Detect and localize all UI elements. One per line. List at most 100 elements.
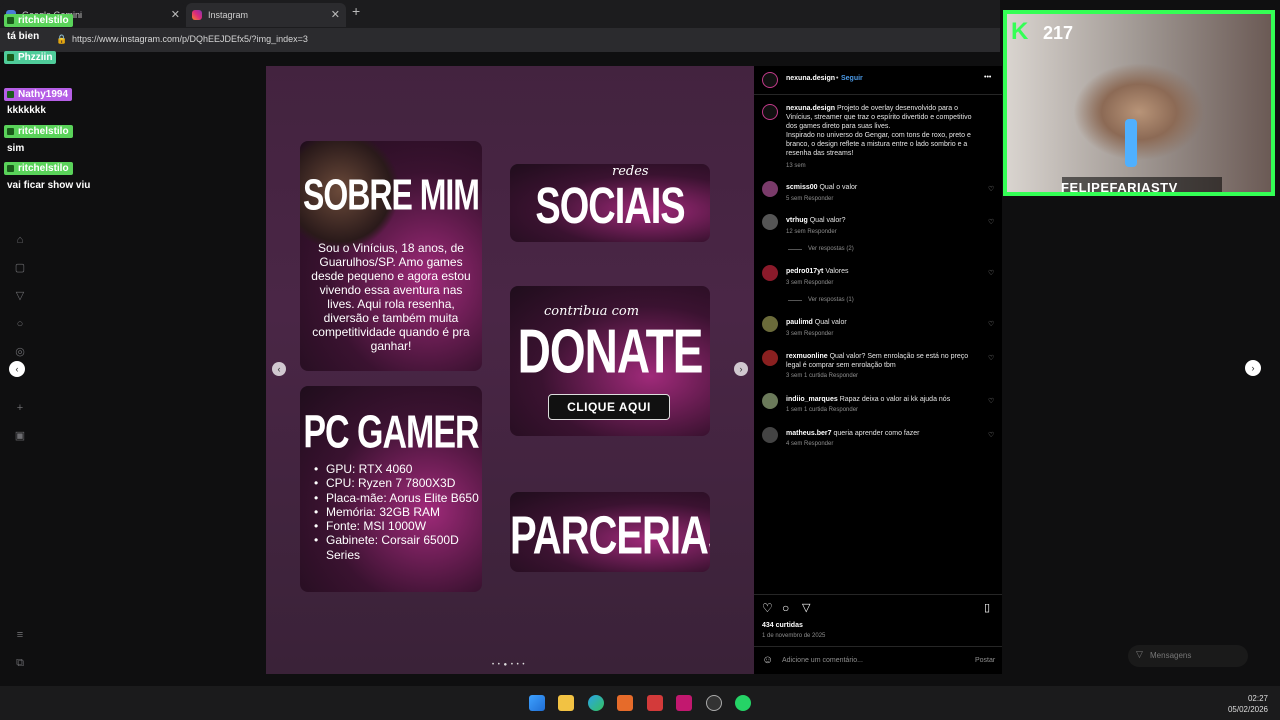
carousel-next-icon[interactable]: › — [734, 362, 748, 376]
avatar[interactable] — [762, 72, 778, 88]
windows-start-icon[interactable] — [529, 695, 545, 711]
post-author[interactable]: nexuna.design — [786, 75, 835, 82]
more-apps-icon[interactable]: ⧉ — [13, 656, 27, 670]
emoji-icon[interactable]: ☺ — [762, 654, 773, 666]
taskbar: 02:27 05/02/2026 — [0, 686, 1280, 720]
avatar[interactable] — [762, 214, 778, 230]
close-icon[interactable]: ✕ — [171, 3, 180, 27]
home-icon[interactable]: ⌂ — [13, 233, 27, 247]
comment-user[interactable]: scmiss00 — [786, 184, 818, 191]
comment-meta[interactable]: 4 sem Responder — [786, 441, 833, 447]
chat-message: sim — [7, 143, 25, 154]
more-options-icon[interactable]: ••• — [984, 74, 991, 81]
tab-instagram[interactable]: Instagram ✕ — [186, 3, 346, 27]
post-image[interactable]: SOBRE MIM Sou o Vinícius, 18 anos, de Gu… — [266, 66, 754, 674]
speaker-light — [1125, 119, 1137, 167]
avatar[interactable] — [762, 104, 778, 120]
like-post-icon[interactable]: ♡ — [762, 601, 773, 615]
carousel-prev-icon[interactable]: ‹ — [272, 362, 286, 376]
like-icon[interactable]: ♡ — [988, 320, 994, 328]
view-replies[interactable]: Ver respostas (2) — [788, 246, 854, 252]
avatar[interactable] — [762, 181, 778, 197]
social-card: redes SOCIAIS — [510, 164, 710, 242]
prev-post-icon[interactable]: ‹ — [9, 361, 25, 377]
avatar[interactable] — [762, 427, 778, 443]
send-icon[interactable]: ▽ — [13, 289, 27, 303]
comment-meta[interactable]: 3 sem Responder — [786, 331, 833, 337]
comment-user[interactable]: indiio_marques — [786, 396, 838, 403]
like-icon[interactable]: ♡ — [988, 431, 994, 439]
about-title: SOBRE MIM — [303, 170, 480, 220]
share-icon[interactable]: ▽ — [802, 601, 810, 614]
reels-icon[interactable]: ▢ — [13, 261, 27, 275]
comment-user[interactable]: matheus.ber7 — [786, 430, 832, 437]
close-icon[interactable]: ✕ — [331, 3, 340, 27]
comment-meta[interactable]: 3 sem 1 curtida Responder — [786, 373, 858, 379]
like-icon[interactable]: ♡ — [988, 354, 994, 362]
avatar[interactable] — [762, 393, 778, 409]
messages-label: Mensagens — [1150, 651, 1192, 660]
comment-meta[interactable]: 12 sem Responder — [786, 229, 837, 235]
comment-icon[interactable]: ○ — [782, 601, 789, 615]
pc-spec-item: GPU: RTX 4060 — [312, 462, 482, 477]
like-icon[interactable]: ♡ — [988, 397, 994, 405]
create-icon[interactable]: + — [13, 401, 27, 415]
messages-icon: ▽ — [1136, 649, 1143, 659]
pc-spec-item: Gabinete: Corsair 6500D Series — [312, 533, 482, 562]
bookmark-icon[interactable]: ▯ — [984, 601, 990, 614]
avatar[interactable] — [762, 265, 778, 281]
messages-button[interactable]: ▽ Mensagens — [1128, 645, 1248, 667]
comment-user[interactable]: vtrhug — [786, 217, 808, 224]
post-comment-button[interactable]: Postar — [975, 657, 995, 664]
comment-meta[interactable]: 3 sem Responder — [786, 280, 833, 286]
comment-body: Qual valor? — [809, 217, 846, 224]
avatar[interactable] — [762, 350, 778, 366]
chat-username: ritchelstilo — [4, 14, 73, 27]
avatar[interactable] — [762, 316, 778, 332]
app-icon[interactable] — [676, 695, 692, 711]
comment-text: rexmuonline Qual valor? Sem enrolação se… — [786, 352, 982, 370]
lock-icon[interactable]: 🔒 — [56, 34, 67, 45]
edge-icon[interactable] — [588, 695, 604, 711]
new-tab-button[interactable]: + — [352, 3, 360, 19]
comment-user[interactable]: rexmuonline — [786, 353, 828, 360]
pc-spec-item: Placa-mãe: Aorus Elite B650 — [312, 491, 482, 506]
chat-username: Phzziin — [4, 51, 57, 64]
about-text: Sou o Vinícius, 18 anos, de Guarulhos/SP… — [311, 241, 471, 353]
app-icon[interactable] — [647, 695, 663, 711]
dot-separator: • — [836, 75, 839, 82]
url-text[interactable]: https://www.instagram.com/p/DQhEEJDEfx5/… — [72, 34, 308, 44]
carousel-dots: • • ● • • • — [492, 662, 526, 668]
pc-specs-list: GPU: RTX 4060 CPU: Ryzen 7 7800X3D Placa… — [312, 462, 482, 562]
comment-input[interactable]: Adicione um comentário... — [782, 657, 863, 664]
system-clock[interactable]: 02:27 05/02/2026 — [1228, 693, 1268, 715]
donate-title: DONATE — [517, 315, 704, 387]
dashboard-icon[interactable]: ▣ — [13, 429, 27, 443]
view-replies[interactable]: Ver respostas (1) — [788, 297, 854, 303]
follow-button[interactable]: Seguir — [841, 75, 863, 82]
like-icon[interactable]: ♡ — [988, 218, 994, 226]
chat-username: Nathy1994 — [4, 88, 73, 101]
comment-user[interactable]: paulimd — [786, 319, 813, 326]
explore-icon[interactable]: ◎ — [13, 345, 27, 359]
comment-meta[interactable]: 5 sem Responder — [786, 196, 833, 202]
like-icon[interactable]: ♡ — [988, 185, 994, 193]
next-post-icon[interactable]: › — [1245, 360, 1261, 376]
obs-icon[interactable] — [706, 695, 722, 711]
chat-username: ritchelstilo — [4, 162, 73, 175]
comment-user[interactable]: pedro017yt — [786, 268, 823, 275]
pc-title: PC GAMER — [303, 407, 479, 459]
app-icon[interactable] — [617, 695, 633, 711]
comment-text: indiio_marques Rapaz deixa o valor ai kk… — [786, 395, 982, 404]
instagram-icon — [192, 10, 202, 20]
like-icon[interactable]: ♡ — [988, 269, 994, 277]
likes-count[interactable]: 434 curtidas — [762, 622, 803, 629]
whatsapp-icon[interactable] — [735, 695, 751, 711]
search-icon[interactable]: ○ — [13, 317, 27, 331]
address-bar[interactable]: 🔒 https://www.instagram.com/p/DQhEEJDEfx… — [0, 28, 1000, 52]
clock-date: 05/02/2026 — [1227, 705, 1268, 714]
comment-meta[interactable]: 1 sem 1 curtida Responder — [786, 407, 858, 413]
file-explorer-icon[interactable] — [558, 695, 574, 711]
caption-user[interactable]: nexuna.design — [786, 105, 835, 112]
menu-icon[interactable]: ≡ — [13, 628, 27, 642]
